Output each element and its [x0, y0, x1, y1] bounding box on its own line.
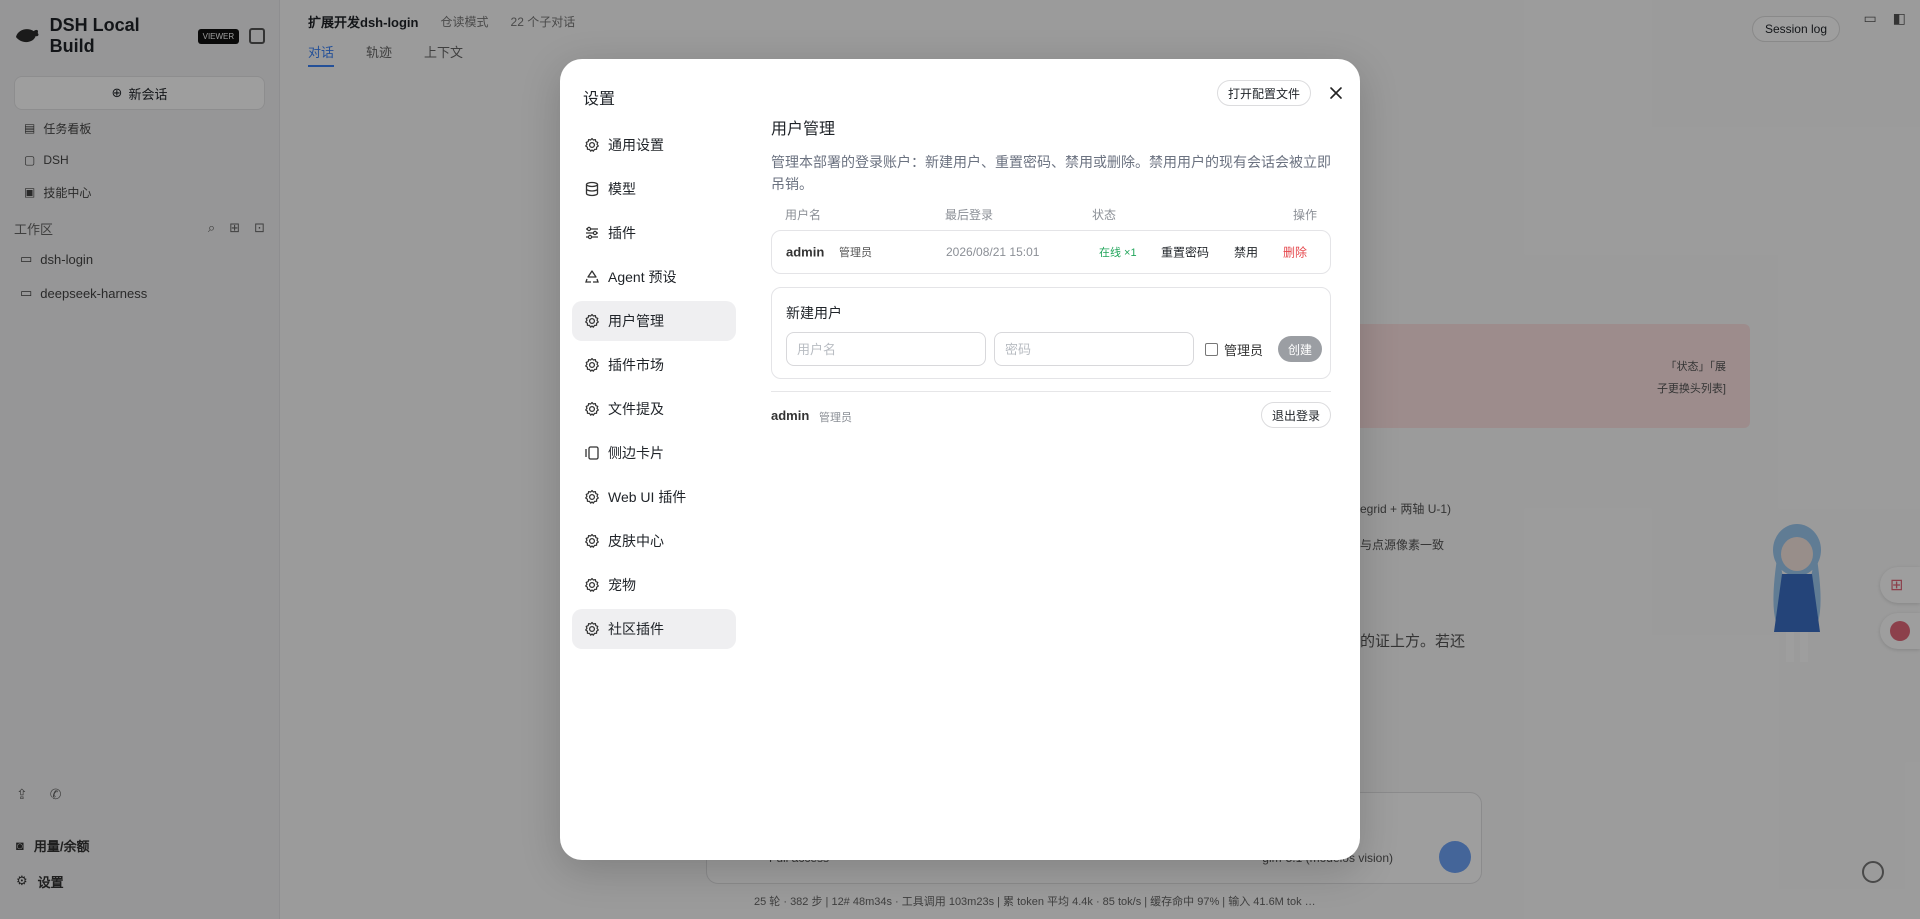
settings-menu-label: 皮肤中心: [608, 533, 664, 549]
admin-checkbox-label[interactable]: 管理员: [1205, 340, 1263, 359]
settings-menu-item[interactable]: 模型: [572, 169, 736, 209]
user-management-panel: 用户管理 管理本部署的登录账户：新建用户、重置密码、禁用或删除。禁用用户的现有会…: [771, 115, 1331, 428]
open-config-button[interactable]: 打开配置文件: [1217, 80, 1312, 106]
current-user-name: admin: [771, 408, 810, 423]
settings-menu-item[interactable]: Web UI 插件: [572, 477, 736, 517]
settings-menu-label: 插件市场: [608, 357, 664, 373]
recycle-icon: [585, 270, 599, 283]
gear-icon: [585, 401, 599, 416]
settings-menu-item[interactable]: 社区插件: [572, 609, 736, 649]
admin-label: 管理员: [1224, 343, 1264, 358]
new-user-title: 新建用户: [786, 305, 842, 321]
settings-menu-label: 宠物: [608, 577, 636, 593]
settings-menu-item[interactable]: 用户管理: [572, 301, 736, 341]
gear-icon: [585, 577, 599, 592]
settings-menu-item[interactable]: 通用设置: [572, 125, 736, 165]
settings-menu-item[interactable]: 宠物: [572, 565, 736, 605]
settings-menu-label: 社区插件: [608, 621, 664, 637]
close-icon[interactable]: [1326, 83, 1346, 103]
delete-user-button[interactable]: 删除: [1283, 244, 1307, 261]
gear-icon: [585, 489, 599, 504]
settings-menu-label: 用户管理: [608, 313, 664, 329]
settings-menu-label: 文件提及: [608, 401, 664, 417]
settings-menu: 通用设置模型插件 Agent 预设 用户管理插件市场文件提及侧边卡片 Web UI 插…: [572, 125, 736, 653]
user-row: admin 管理员 2026/08/21 15:01 在线 ×1 重置密码 禁用…: [771, 230, 1331, 274]
settings-menu-item[interactable]: 插件: [572, 213, 736, 253]
role-badge: 管理员: [839, 247, 872, 259]
settings-menu-label: 通用设置: [608, 137, 664, 153]
user-name: admin: [786, 244, 825, 260]
settings-menu-label: 插件: [608, 225, 636, 241]
gear-icon: [585, 313, 599, 328]
new-user-form: 新建用户 管理员 创建: [771, 287, 1331, 379]
settings-menu-label: 侧边卡片: [608, 445, 664, 461]
cards-icon: [585, 446, 599, 460]
column-header-last-login: 最后登录: [945, 208, 994, 222]
user-table-header: 用户名 最后登录 状态 操作: [771, 206, 1331, 226]
logout-button[interactable]: 退出登录: [1260, 402, 1331, 428]
settings-modal: 设置 打开配置文件 通用设置 模型 插件 Agent 预设 用户管理 插件市场 文件提及 侧边…: [560, 59, 1360, 860]
section-title: 用户管理: [771, 121, 836, 138]
reset-password-button[interactable]: 重置密码: [1161, 244, 1209, 261]
settings-menu-item[interactable]: 插件市场: [572, 345, 736, 385]
sliders-icon: [586, 226, 598, 240]
settings-menu-label: Web UI 插件: [608, 489, 687, 505]
settings-menu-label: Agent 预设: [608, 269, 677, 285]
column-header-username: 用户名: [785, 208, 822, 222]
current-user-role: 管理员: [819, 412, 852, 424]
gear-icon: [585, 137, 599, 152]
section-description: 管理本部署的登录账户：新建用户、重置密码、禁用或删除。禁用用户的现有会话会被立即…: [771, 154, 1331, 192]
modal-title: 设置: [583, 91, 616, 108]
last-login-time: 2026/08/21 15:01: [946, 245, 1040, 259]
status-badge: 在线 ×1: [1099, 247, 1137, 259]
settings-menu-item[interactable]: 文件提及: [572, 389, 736, 429]
gear-icon: [585, 533, 599, 548]
username-input[interactable]: [786, 332, 986, 366]
settings-menu-item[interactable]: Agent 预设: [572, 257, 736, 297]
password-input[interactable]: [994, 332, 1194, 366]
create-user-button[interactable]: 创建: [1278, 336, 1322, 362]
settings-menu-label: 模型: [608, 181, 636, 197]
settings-menu-item[interactable]: 皮肤中心: [572, 521, 736, 561]
column-header-actions: 操作: [1292, 208, 1317, 222]
disable-user-button[interactable]: 禁用: [1234, 244, 1258, 261]
gear-icon: [585, 621, 599, 636]
column-header-status: 状态: [1092, 208, 1117, 222]
database-icon: [585, 181, 599, 197]
divider: [771, 391, 1331, 392]
settings-menu-item[interactable]: 侧边卡片: [572, 433, 736, 473]
gear-icon: [585, 357, 599, 372]
admin-checkbox[interactable]: [1205, 343, 1218, 356]
current-user-bar: admin 管理员 退出登录: [771, 402, 1331, 428]
